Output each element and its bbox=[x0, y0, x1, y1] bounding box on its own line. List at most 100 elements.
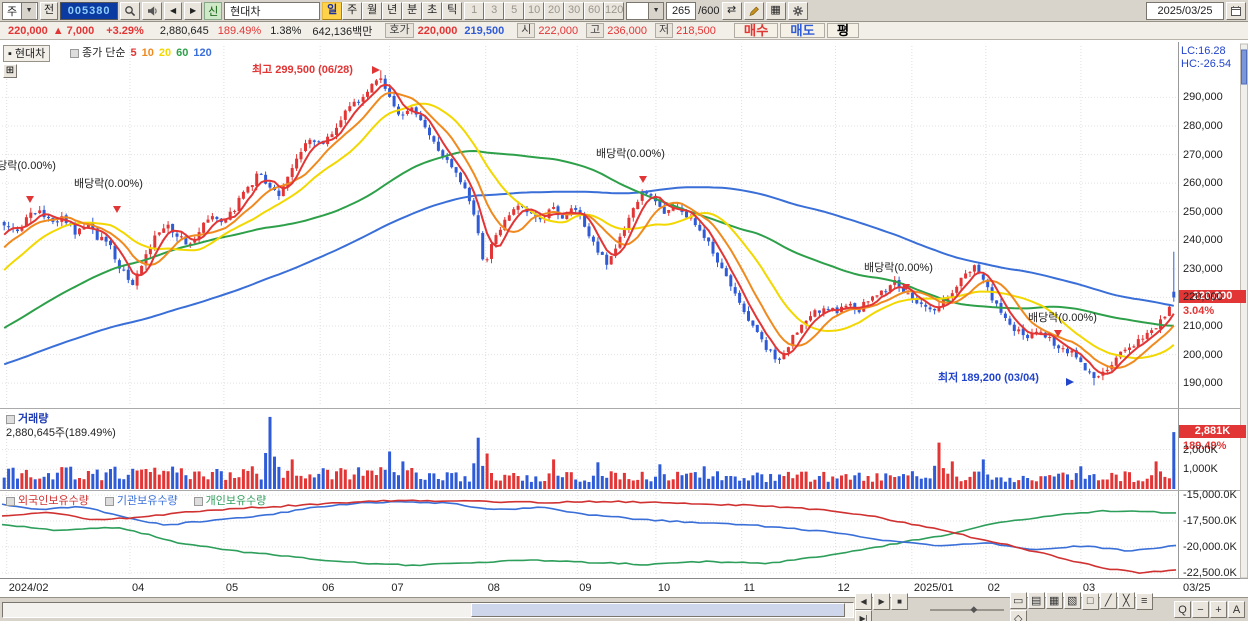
legend-square-icon bbox=[6, 414, 15, 424]
panel-icon[interactable]: ▭ bbox=[1009, 592, 1027, 610]
ma-period-label-60: 60 bbox=[176, 47, 189, 59]
current-volume-percent: 189.49% bbox=[1183, 440, 1227, 453]
zoom-slider-thumb[interactable]: ◆ bbox=[970, 604, 977, 615]
hoga-label: 호가 bbox=[385, 23, 414, 38]
extra-dropdown[interactable]: ▼ bbox=[626, 1, 665, 20]
ma-period-label-10: 10 bbox=[141, 47, 154, 59]
period-tab-월[interactable]: 월 bbox=[362, 1, 383, 20]
vertical-scrollbar-thumb bbox=[1241, 49, 1247, 85]
volume-bars-layer bbox=[2, 416, 1176, 489]
grid-icon[interactable]: ▦ bbox=[1045, 592, 1063, 610]
marker-arrow bbox=[1054, 330, 1062, 337]
ex-dividend-annotation: 배당락(0.00%) bbox=[1028, 312, 1097, 324]
current-price-box: 220,000 bbox=[1179, 290, 1246, 304]
marker-icon[interactable]: ◇ bbox=[1009, 609, 1027, 621]
pencil-icon[interactable] bbox=[743, 1, 764, 20]
ex-dividend-annotation: 배당락(0.00%) bbox=[0, 160, 56, 172]
box-tool-icon[interactable]: □ bbox=[1081, 592, 1099, 610]
interval-button-60[interactable]: 60 bbox=[584, 1, 605, 20]
legend-square-icon bbox=[70, 48, 79, 58]
legend-square-icon bbox=[193, 496, 203, 506]
zoom-mode-button[interactable]: Q bbox=[1173, 601, 1191, 618]
institution-holdings-line bbox=[1, 500, 1177, 552]
interval-button-120[interactable]: 120 bbox=[604, 1, 625, 20]
x-axis-label: 12 bbox=[837, 582, 850, 594]
price-axis-label: 270,000 bbox=[1183, 148, 1223, 161]
history-back-icon[interactable]: ◀ bbox=[164, 1, 183, 20]
sound-icon[interactable] bbox=[142, 1, 163, 20]
low-price: 218,500 bbox=[676, 24, 716, 37]
hc-value: HC:-26.54 bbox=[1181, 58, 1232, 70]
history-forward-icon[interactable]: ▶ bbox=[184, 1, 203, 20]
prev-stock-button[interactable]: 전 bbox=[40, 1, 59, 20]
trendline-icon[interactable]: ╱ bbox=[1099, 592, 1117, 610]
low-label: 저 bbox=[654, 23, 674, 38]
layout-grid-icon[interactable]: ⊞ bbox=[3, 64, 17, 78]
scroll-right-icon[interactable]: ▶ bbox=[873, 592, 891, 610]
avg-button[interactable]: 평 bbox=[826, 23, 860, 38]
zoom-out-button[interactable]: − bbox=[1191, 601, 1209, 618]
zoom-in-button[interactable]: + bbox=[1209, 601, 1227, 618]
price-change: 7,000 bbox=[66, 24, 95, 37]
chart-icon: ▪ bbox=[8, 47, 12, 60]
interval-button-30[interactable]: 30 bbox=[564, 1, 585, 20]
bar-count-total: /600 bbox=[698, 4, 720, 17]
scrollbar-thumb[interactable] bbox=[470, 602, 845, 617]
ownership-legend-item: 기관보유수량 bbox=[104, 495, 178, 507]
stock-name-field[interactable]: 현대차 bbox=[224, 1, 321, 20]
horizontal-scrollbar[interactable] bbox=[2, 601, 855, 618]
bar-count-input[interactable]: 265 bbox=[666, 1, 697, 20]
change-percent: +3.29% bbox=[106, 24, 144, 37]
period-tab-년[interactable]: 년 bbox=[382, 1, 403, 20]
open-price: 222,000 bbox=[538, 24, 579, 37]
interval-button-5[interactable]: 5 bbox=[504, 1, 525, 20]
current-price-percent: 3.04% bbox=[1183, 305, 1215, 318]
x-axis-label: 07 bbox=[391, 582, 404, 594]
sell-button[interactable]: 매도 bbox=[780, 23, 825, 38]
buy-button[interactable]: 매수 bbox=[733, 23, 779, 38]
settings-gear-icon[interactable] bbox=[787, 1, 808, 20]
stock-code-input[interactable]: 005380 bbox=[60, 1, 119, 20]
price-axis-label: 230,000 bbox=[1183, 262, 1223, 275]
ownership-legend: 외국인보유수량 기관보유수량 개인보유수량 bbox=[6, 495, 282, 507]
price-axis-label: 290,000 bbox=[1183, 91, 1223, 104]
pane-title-chip[interactable]: ▪ 현대차 bbox=[3, 45, 51, 62]
lc-value: LC:16.28 bbox=[1181, 45, 1226, 57]
calendar-icon[interactable] bbox=[1226, 1, 1246, 20]
scroll-left-icon[interactable]: ◀ bbox=[855, 592, 873, 610]
period-tab-틱[interactable]: 틱 bbox=[442, 1, 463, 20]
auto-scale-button[interactable]: A bbox=[1227, 601, 1245, 618]
multi-chart-icon[interactable]: ▦ bbox=[765, 1, 786, 20]
trade-value: 642,136백만 bbox=[312, 25, 373, 38]
stop-icon[interactable]: ■ bbox=[891, 592, 909, 610]
date-input[interactable]: 2025/03/25 bbox=[1146, 1, 1224, 20]
period-tab-분[interactable]: 분 bbox=[402, 1, 423, 20]
rows-icon[interactable]: ▤ bbox=[1027, 592, 1045, 610]
ma10-line bbox=[3, 91, 1175, 370]
volume-value: 2,880,645 bbox=[159, 24, 209, 37]
cross-lines-icon[interactable]: ╳ bbox=[1117, 592, 1135, 610]
period-tab-일[interactable]: 일 bbox=[322, 1, 343, 20]
compare-arrows-icon[interactable]: ⇄ bbox=[721, 1, 742, 20]
price-axis-label: 260,000 bbox=[1183, 177, 1223, 190]
high-label: 고 bbox=[586, 23, 605, 38]
ma20-line bbox=[3, 102, 1175, 360]
price-axis-label: 220,000 bbox=[1183, 291, 1223, 304]
go-to-end-icon[interactable]: ▶| bbox=[855, 609, 873, 621]
pattern-icon[interactable]: ▧ bbox=[1063, 592, 1081, 610]
chevron-down-icon: ▼ bbox=[21, 2, 37, 19]
x-axis-label: 06 bbox=[322, 582, 335, 594]
interval-button-10[interactable]: 10 bbox=[524, 1, 545, 20]
interval-button-3[interactable]: 3 bbox=[484, 1, 505, 20]
ma-legend: 종가 단순 5 10 20 60 120 bbox=[70, 47, 212, 59]
interval-button-20[interactable]: 20 bbox=[544, 1, 565, 20]
search-icon[interactable] bbox=[120, 1, 141, 20]
period-tab-주[interactable]: 주 bbox=[342, 1, 363, 20]
ma5-line bbox=[3, 83, 1175, 375]
zoom-slider[interactable]: ◆ bbox=[930, 602, 1005, 618]
symbol-type-dropdown[interactable]: 주 ▼ bbox=[2, 1, 38, 20]
menu-icon[interactable]: ≡ bbox=[1135, 592, 1153, 610]
ma-period-label-20: 20 bbox=[158, 47, 172, 59]
interval-button-1[interactable]: 1 bbox=[464, 1, 485, 20]
period-tab-초[interactable]: 초 bbox=[422, 1, 443, 20]
